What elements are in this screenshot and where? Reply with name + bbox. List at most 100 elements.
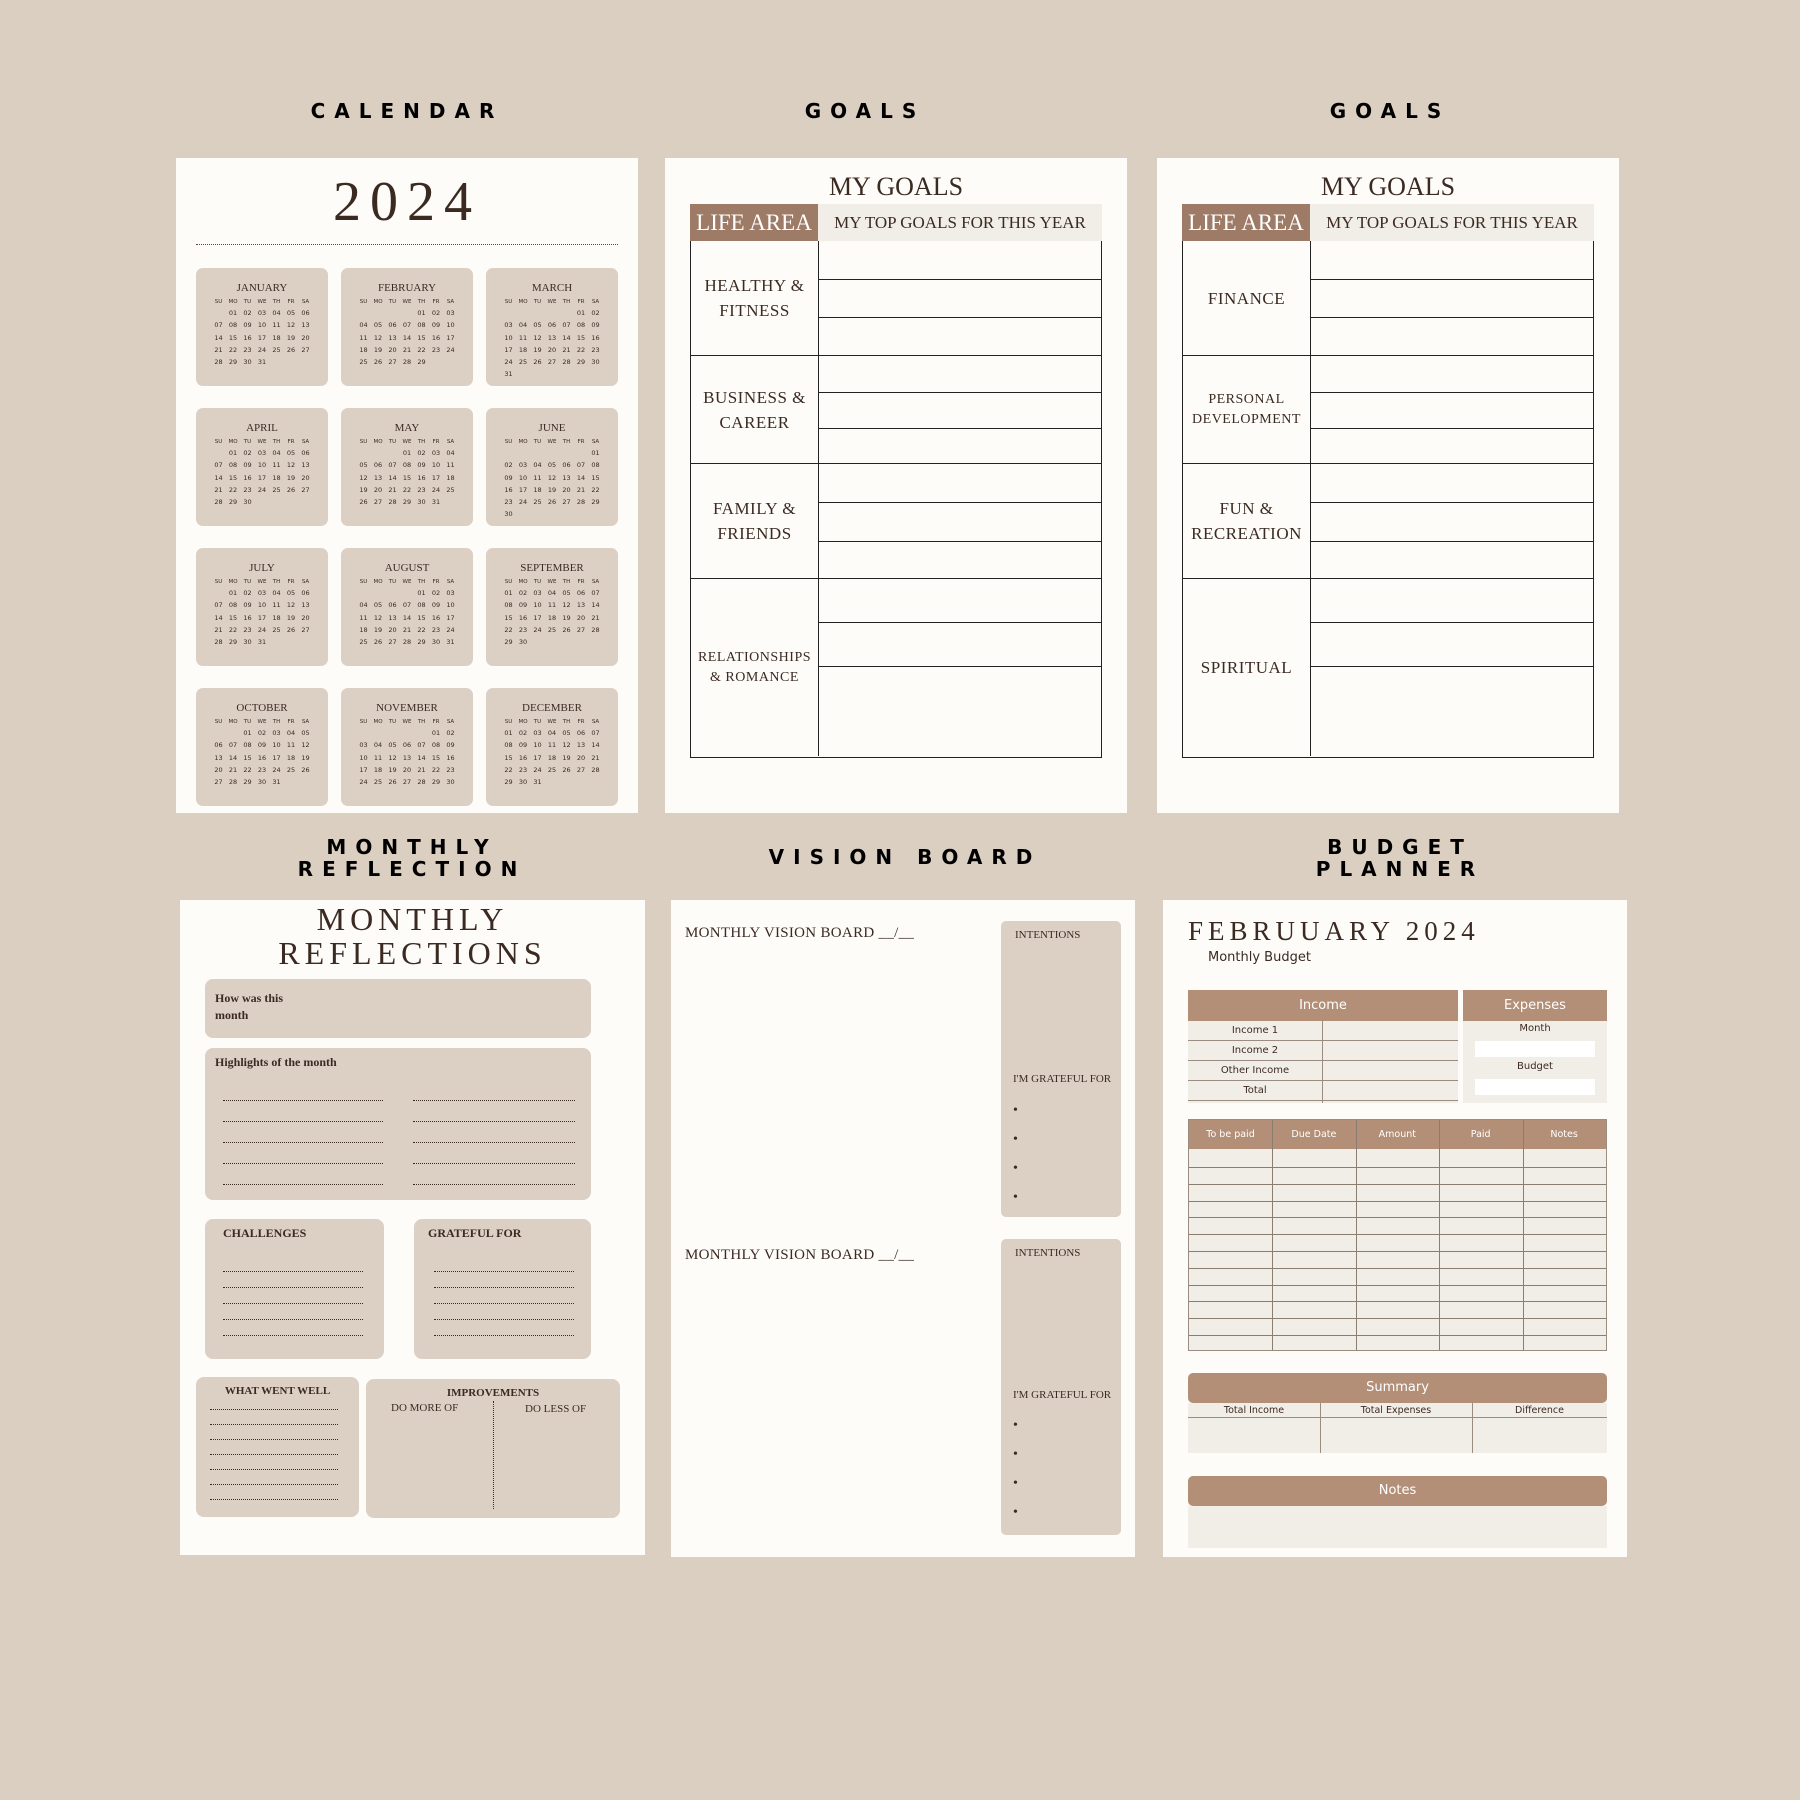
day-name: MO [228, 299, 238, 305]
goal-section: FUN & RECREATION [1183, 463, 1593, 578]
intentions-label: INTENTIONS [1015, 1247, 1081, 1259]
day-name: TU [388, 579, 397, 585]
expense-row-line [1189, 1167, 1606, 1168]
expenses-box: Month Budget [1463, 1021, 1607, 1103]
life-area-header: LIFE AREA [1182, 204, 1310, 241]
vision-board-label-2: MONTHLY VISION BOARD __/__ [685, 1247, 915, 1263]
day-name: SU [504, 579, 513, 585]
day-name: TH [272, 719, 281, 725]
goal-line [819, 502, 1101, 503]
month-name: NOVEMBER [376, 702, 438, 714]
day-number: 09 [431, 601, 441, 610]
budget-field[interactable] [1475, 1079, 1595, 1095]
day-number: 27 [402, 778, 412, 787]
day-number: 08 [228, 461, 238, 470]
day-number: 21 [214, 625, 223, 634]
day-name: TH [417, 439, 426, 445]
month-label: Month [1519, 1023, 1551, 1034]
day-name: SA [591, 439, 600, 445]
goals-table: HEALTHY & FITNESS BUSINESS & CAREER FAMILY… [690, 241, 1102, 758]
blank-day [211, 727, 226, 739]
goal-section: FINANCE [1183, 241, 1593, 355]
day-number: 24 [533, 625, 542, 634]
day-number: 01 [228, 449, 238, 457]
day-number: 20 [402, 765, 412, 774]
writing-line [210, 1499, 338, 1500]
day-number: 18 [446, 473, 455, 482]
day-number: 27 [562, 498, 571, 507]
day-name: MO [228, 579, 238, 585]
day-number: 30 [504, 510, 513, 519]
day-number: 26 [286, 345, 296, 354]
month-name: FEBRUARY [377, 282, 437, 294]
day-name: SU [359, 299, 368, 305]
day-number: 31 [446, 638, 455, 647]
day-number: 13 [388, 613, 397, 622]
day-number: 23 [431, 625, 441, 634]
goal-section: FAMILY & FRIENDS [691, 463, 1101, 578]
day-number: 26 [533, 358, 542, 367]
goal-line [819, 279, 1101, 280]
day-name: TH [417, 579, 426, 585]
day-name: WE [402, 719, 412, 725]
day-number: 08 [504, 741, 513, 750]
income-row-label: Income 1 [1231, 1025, 1279, 1036]
day-number: 23 [591, 345, 600, 354]
day-number: 16 [446, 753, 455, 762]
day-number: 17 [272, 753, 281, 762]
expense-column-header: To be paid [1206, 1129, 1255, 1140]
day-name: SU [214, 299, 223, 305]
blank-day [574, 447, 589, 459]
day-number: 28 [591, 625, 600, 634]
day-number: 13 [402, 753, 412, 762]
day-number: 22 [402, 485, 412, 494]
day-number: 14 [388, 473, 397, 482]
blank-day [385, 587, 400, 599]
header-budget-planner-line2: PLANNER [1315, 857, 1485, 881]
summary-col-total-income: Total Income [1223, 1405, 1285, 1416]
vision-board-page: MONTHLY VISION BOARD __/__ INTENTIONS I'… [671, 900, 1135, 1557]
day-number: 15 [228, 333, 238, 342]
day-number: 27 [388, 638, 397, 647]
blank-day [211, 587, 226, 599]
day-number: 18 [547, 613, 557, 622]
day-name: FR [287, 719, 295, 725]
day-number: 25 [272, 625, 281, 634]
month-april: APRIL SU MO TU WE TH FR SA 01 02 03 04 05 06 07 08 09 10 1… [196, 408, 328, 526]
blank-day [530, 307, 545, 319]
day-number: 05 [562, 729, 571, 737]
day-number: 30 [243, 638, 252, 647]
day-number: 03 [257, 309, 267, 317]
day-number: 14 [214, 473, 223, 482]
day-number: 16 [243, 613, 252, 622]
day-number: 19 [533, 345, 542, 354]
day-number: 02 [257, 729, 267, 737]
day-number: 12 [286, 321, 296, 330]
day-number: 18 [272, 613, 281, 622]
day-number: 04 [533, 461, 542, 470]
day-number: 06 [562, 461, 571, 470]
day-name: FR [287, 579, 295, 585]
month-name: APRIL [246, 422, 278, 434]
day-number: 07 [214, 601, 223, 610]
day-number: 24 [257, 345, 267, 354]
income-row-label: Other Income [1220, 1065, 1290, 1076]
month-name: AUGUST [384, 562, 430, 574]
day-number: 25 [286, 765, 296, 774]
day-number: 25 [518, 358, 528, 367]
day-number: 18 [286, 753, 296, 762]
vision-board-label-1: MONTHLY VISION BOARD __/__ [685, 925, 915, 941]
notes-area[interactable] [1188, 1506, 1607, 1548]
month-field[interactable] [1475, 1041, 1595, 1057]
month-june: JUNE SU MO TU WE TH FR SA 01 02 03 04 05 06 07 08 09 10 11… [486, 408, 618, 526]
header-monthly-reflection-line2: REFLECTION [297, 857, 527, 881]
day-number: 21 [388, 485, 397, 494]
day-number: 22 [431, 765, 441, 774]
blank-day [356, 587, 371, 599]
goal-section: RELATIONSHIPS & ROMANCE [691, 578, 1101, 756]
expense-row-line [1189, 1217, 1606, 1219]
writing-line [210, 1484, 338, 1485]
day-number: 15 [576, 333, 586, 342]
day-number: 26 [388, 778, 397, 787]
day-number: 09 [243, 321, 252, 330]
